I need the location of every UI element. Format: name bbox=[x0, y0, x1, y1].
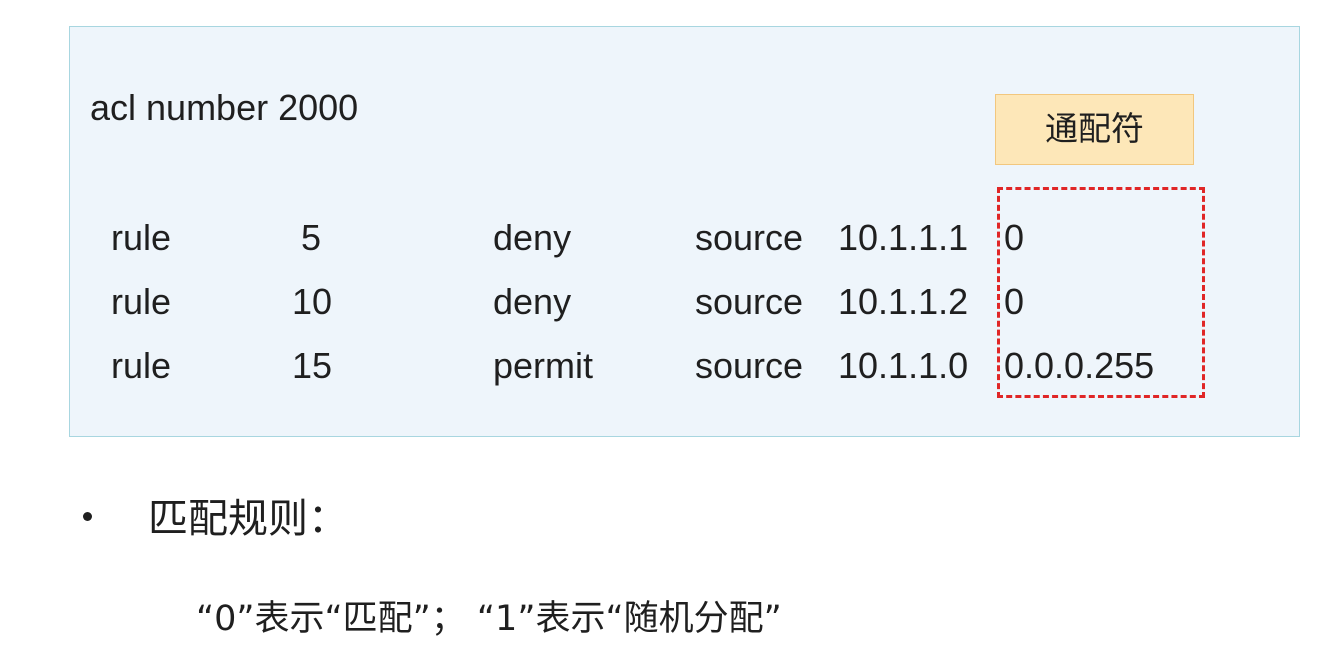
source-keyword: source bbox=[695, 281, 804, 322]
rule-action: permit bbox=[493, 345, 594, 386]
source-ip: 10.1.1.1 bbox=[838, 217, 969, 258]
source-ip: 10.1.1.2 bbox=[838, 281, 969, 322]
wildcard-mask: 0 bbox=[1004, 281, 1025, 322]
rule-number: 10 bbox=[292, 281, 333, 322]
acl-rule-row: rule 10 deny source 10.1.1.2 0 bbox=[0, 280, 1344, 324]
rule-keyword: rule bbox=[111, 217, 172, 258]
source-keyword: source bbox=[695, 217, 804, 258]
rule-number: 5 bbox=[301, 217, 322, 258]
acl-rule-row: rule 5 deny source 10.1.1.1 0 bbox=[0, 216, 1344, 260]
rule-action: deny bbox=[493, 217, 572, 258]
wildcard-label: 通配符 bbox=[995, 94, 1194, 165]
rule-action: deny bbox=[493, 281, 572, 322]
matching-rules-heading: 匹配规则： bbox=[148, 496, 348, 542]
wildcard-explanation: “0”表示“匹配”； “1”表示“随机分配” bbox=[196, 599, 782, 639]
acl-header: acl number 2000 bbox=[90, 87, 359, 128]
rule-keyword: rule bbox=[111, 345, 172, 386]
acl-rule-row: rule 15 permit source 10.1.1.0 0.0.0.255 bbox=[0, 344, 1344, 388]
source-keyword: source bbox=[695, 345, 804, 386]
wildcard-mask: 0 bbox=[1004, 217, 1025, 258]
bullet-point-icon bbox=[83, 512, 92, 521]
source-ip: 10.1.1.0 bbox=[838, 345, 969, 386]
wildcard-mask: 0.0.0.255 bbox=[1004, 345, 1155, 386]
rule-number: 15 bbox=[292, 345, 333, 386]
rule-keyword: rule bbox=[111, 281, 172, 322]
